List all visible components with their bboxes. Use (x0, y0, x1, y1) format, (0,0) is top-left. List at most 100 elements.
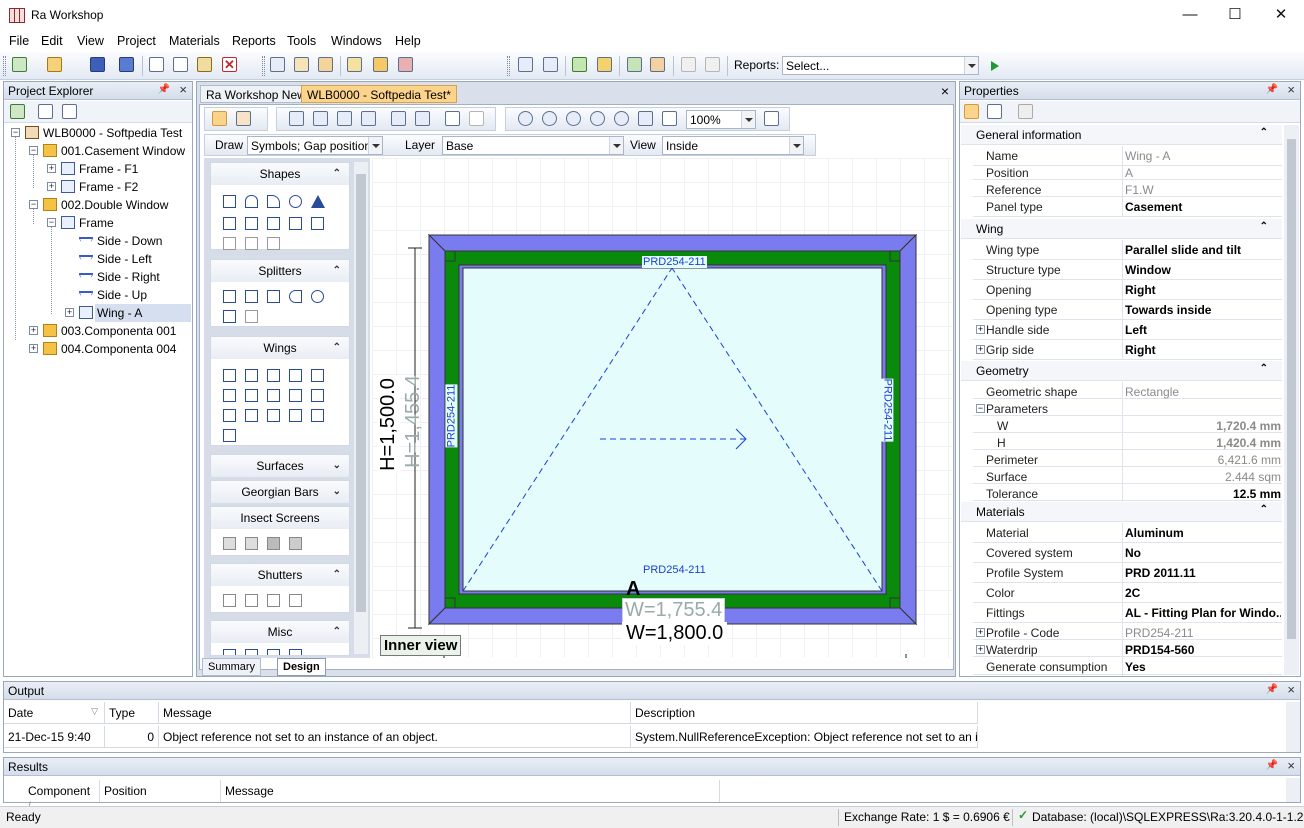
view-select[interactable]: Inside (662, 136, 804, 155)
trapezoid-4-shape-icon[interactable] (289, 217, 302, 230)
export-icon[interactable] (347, 57, 362, 72)
prop-row[interactable]: Covered system No (973, 543, 1282, 563)
shutter-4-icon[interactable] (289, 594, 302, 607)
new-project-icon[interactable] (12, 57, 27, 72)
hand-tool-icon[interactable] (236, 111, 251, 126)
grid-4-icon[interactable] (361, 111, 376, 126)
snap-icon[interactable] (391, 111, 406, 126)
tab-design[interactable]: Design (277, 658, 326, 676)
menu-view[interactable]: View (77, 34, 104, 48)
wing-double-icon[interactable] (289, 369, 302, 382)
expand-toggle[interactable]: + (65, 308, 74, 317)
shapes-panel-header[interactable]: Shapes ⌃ (211, 163, 349, 185)
close-panel-icon[interactable]: × (1287, 758, 1295, 773)
custom-2-shape-icon[interactable] (245, 237, 258, 250)
trapezoid-3-shape-icon[interactable] (267, 217, 280, 230)
misc-2-icon[interactable] (245, 649, 258, 655)
expand-toggle[interactable]: + (47, 164, 56, 173)
menu-tools[interactable]: Tools (287, 34, 316, 48)
prop-row[interactable]: Fittings AL - Fitting Plan for Windo... (973, 603, 1282, 623)
shutter-icon[interactable] (223, 594, 236, 607)
custom-3-shape-icon[interactable] (267, 237, 280, 250)
wing-fixed-icon[interactable] (311, 389, 324, 402)
open-folder-icon[interactable] (47, 57, 62, 72)
trapezoid-shape-icon[interactable] (223, 217, 236, 230)
zoom-select-icon[interactable] (638, 111, 653, 126)
wing-sliding-icon[interactable] (223, 409, 236, 422)
toolbar-grip[interactable] (3, 56, 6, 76)
shutter-2-icon[interactable] (245, 594, 258, 607)
zoom-all-icon[interactable] (614, 111, 629, 126)
pin-icon[interactable]: 📌 (1266, 760, 1278, 771)
trapezoid-2-shape-icon[interactable] (245, 217, 258, 230)
wing-arrow-2-icon[interactable] (267, 409, 280, 422)
tree-item-side-left[interactable]: Side - Left (97, 252, 152, 266)
pin-icon[interactable]: 📌 (158, 84, 170, 95)
menu-reports[interactable]: Reports (232, 34, 276, 48)
delete-icon[interactable]: ✕ (222, 57, 237, 72)
rectangle-shape-icon[interactable] (223, 195, 236, 208)
prop-row[interactable]: H 1,420.4 mm (973, 433, 1282, 453)
tree-item-frame[interactable]: Frame (79, 216, 114, 230)
screen-icon[interactable] (223, 537, 236, 550)
screen-4-icon[interactable] (289, 537, 302, 550)
properties-scrollbar[interactable] (1284, 125, 1299, 675)
insect-screens-header[interactable]: Insect Screens (211, 507, 349, 529)
close-panel-icon[interactable]: × (1287, 82, 1295, 97)
wing-right-icon[interactable] (223, 369, 236, 382)
prop-row[interactable]: Surface 2.444 sqm (973, 467, 1282, 487)
circle-shape-icon[interactable] (289, 195, 302, 208)
shutter-3-icon[interactable] (267, 594, 280, 607)
close-panel-icon[interactable]: × (1287, 682, 1295, 697)
tab-summary[interactable]: Summary (202, 658, 262, 676)
tools-icon[interactable] (543, 57, 558, 72)
list-view-icon[interactable] (38, 104, 53, 119)
save-icon[interactable] (90, 57, 105, 72)
misc-panel-header[interactable]: Misc ⌃ (211, 621, 349, 643)
tree-item-componenta-004[interactable]: 004.Componenta 004 (61, 342, 176, 356)
zoom-window-icon[interactable] (590, 111, 605, 126)
prop-row[interactable]: Position A (973, 163, 1282, 183)
custom-shape-icon[interactable] (223, 237, 236, 250)
tree-item-side-down[interactable]: Side - Down (97, 234, 162, 248)
section-wing[interactable]: Wing ⌃ (961, 219, 1282, 239)
wing-small-icon[interactable] (223, 429, 236, 442)
wing-fold-icon[interactable] (223, 389, 236, 402)
undo-icon[interactable] (445, 111, 460, 126)
reports-select[interactable]: Select... (782, 56, 979, 75)
tree-item-double-window[interactable]: 002.Double Window (61, 198, 168, 212)
optimize-icon[interactable] (650, 57, 665, 72)
menu-materials[interactable]: Materials (169, 34, 220, 48)
screen-3-icon[interactable] (267, 537, 280, 550)
tree-item-componenta-001[interactable]: 003.Componenta 001 (61, 324, 176, 338)
menu-windows[interactable]: Windows (331, 34, 382, 48)
grid-3-icon[interactable] (337, 111, 352, 126)
col-component[interactable]: Component / (4, 780, 100, 812)
tree-item-side-right[interactable]: Side - Right (97, 270, 160, 284)
segment-shape-icon[interactable] (267, 195, 280, 208)
palette-scrollbar[interactable] (354, 162, 368, 654)
wing-arrow-icon[interactable] (245, 409, 258, 422)
col-description[interactable]: Description (631, 702, 978, 724)
redo-icon[interactable] (469, 111, 484, 126)
prop-row[interactable]: Material Aluminum (973, 523, 1282, 543)
report-icon[interactable] (294, 57, 309, 72)
refresh-icon[interactable] (10, 104, 25, 119)
output-scrollbar[interactable] (1286, 702, 1300, 752)
expand-toggle[interactable]: − (11, 128, 20, 137)
prop-row[interactable]: + Waterdrip PRD154-560 (973, 640, 1282, 660)
expand-toggle[interactable]: + (29, 326, 38, 335)
wing-tilt-icon[interactable] (311, 369, 324, 382)
prop-row[interactable]: Structure type Window (973, 260, 1282, 280)
calc-icon[interactable] (627, 57, 642, 72)
property-pages-icon[interactable] (1018, 104, 1033, 119)
custom-splitter-icon[interactable] (245, 310, 258, 323)
draw-select[interactable]: Symbols; Gap positions; ... (247, 136, 383, 155)
snap-2-icon[interactable] (415, 111, 430, 126)
misc-3-icon[interactable] (267, 649, 280, 655)
tree-view-icon[interactable] (62, 104, 77, 119)
col-date[interactable]: Date ▽ (4, 702, 105, 724)
prop-row[interactable]: Opening type Towards inside (973, 300, 1282, 320)
add-item-icon[interactable] (572, 57, 587, 72)
cut-icon[interactable] (149, 57, 164, 72)
